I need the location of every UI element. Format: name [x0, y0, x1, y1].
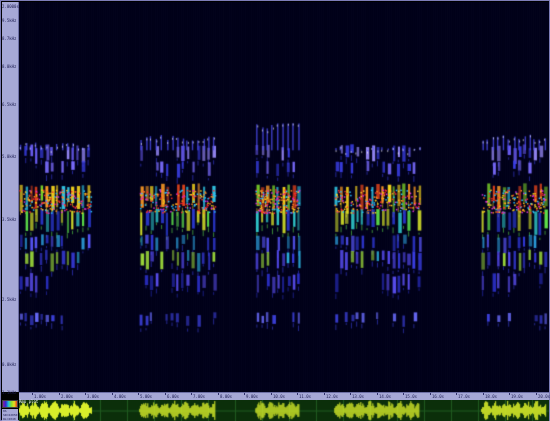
time-tick-label: 11.0s: [299, 394, 311, 399]
time-tick-label: 20.0s: [538, 394, 550, 399]
time-tick-label: 7.00s: [193, 394, 205, 399]
waveform-canvas[interactable]: [19, 400, 549, 421]
time-tick: [59, 393, 60, 395]
spectrogram-canvas[interactable]: [19, 2, 549, 392]
time-tick-label: 12.0s: [326, 394, 338, 399]
time-tick: [85, 393, 86, 395]
time-tick: [536, 393, 537, 395]
time-tick: [430, 393, 431, 395]
time-tick: [218, 393, 219, 395]
time-tick: [271, 393, 272, 395]
time-tick: [297, 393, 298, 395]
time-tick-label: 15.0s: [405, 394, 417, 399]
time-tick-label: 4.00s: [114, 394, 126, 399]
time-tick: [509, 393, 510, 395]
time-tick-label: 14.0s: [379, 394, 391, 399]
color-scale-legend: [2, 400, 18, 408]
time-axis[interactable]: 1.00s 2.00s 3.00s 4.00s 5.00s 6.00s 7.00s 8.00s…: [19, 392, 549, 400]
time-tick: [377, 393, 378, 395]
time-tick-label: 5.00s: [140, 394, 152, 399]
time-tick: [324, 393, 325, 395]
waveform-header: Amp plot: [19, 399, 59, 405]
time-tick: [138, 393, 139, 395]
info-line-3: WL=2048: [3, 417, 16, 421]
time-tick-label: 18.0s: [485, 394, 497, 399]
frequency-axis: 2.0000s 9.5kHz 8.7kHz 8.0kHz 6.5kHz 5.0kHz 3.5…: [2, 2, 19, 392]
time-tick: [403, 393, 404, 395]
time-tick-label: 10.0s: [273, 394, 285, 399]
time-tick-label: 13.0s: [352, 394, 364, 399]
time-tick-label: 6.00s: [167, 394, 179, 399]
time-tick: [483, 393, 484, 395]
spectrogram-window: 2.0000s 9.5kHz 8.7kHz 8.0kHz 6.5kHz 5.0kHz 3.5…: [0, 0, 550, 421]
time-tick-label: 8.00s: [220, 394, 232, 399]
time-tick-label: 3.00s: [87, 394, 99, 399]
info-panel: 8S SR=22050 WL=2048: [2, 409, 18, 421]
time-tick-label: 19.0s: [511, 394, 523, 399]
time-tick: [244, 393, 245, 395]
time-tick: [32, 393, 33, 395]
time-tick-label: 17.0s: [458, 394, 470, 399]
time-tick: [456, 393, 457, 395]
time-tick-label: 9.00s: [246, 394, 258, 399]
time-tick: [350, 393, 351, 395]
time-tick: [165, 393, 166, 395]
time-tick-label: 16.0s: [432, 394, 444, 399]
time-tick-label: 2.00s: [61, 394, 73, 399]
time-tick: [191, 393, 192, 395]
time-tick: [112, 393, 113, 395]
